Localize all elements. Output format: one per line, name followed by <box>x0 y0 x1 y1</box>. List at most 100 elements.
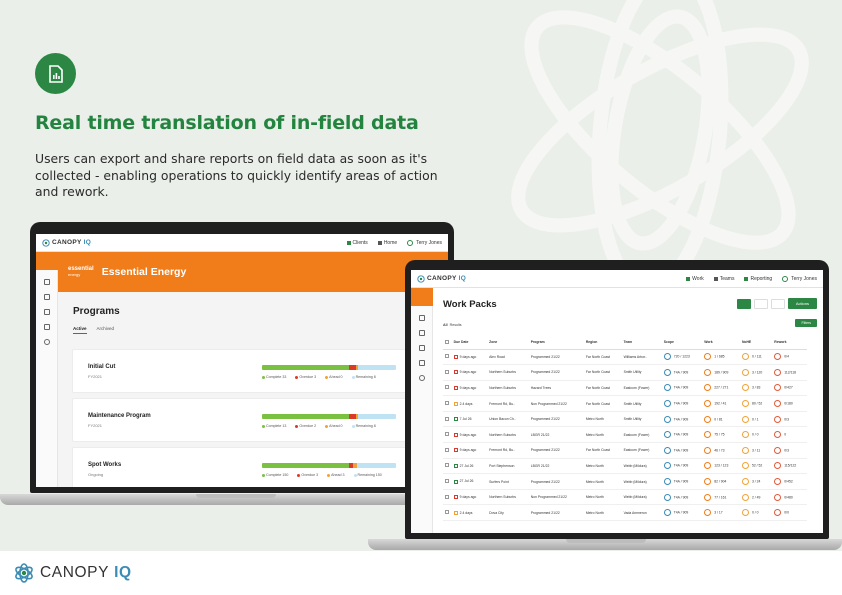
progress-ring-icon <box>741 384 749 392</box>
cell-nohe: 0 / 0 <box>739 426 773 444</box>
cell-program: Programmed 21/22 <box>528 411 584 428</box>
row-checkbox[interactable] <box>443 395 452 412</box>
nav-work[interactable]: Work <box>686 276 704 282</box>
row-checkbox[interactable] <box>443 458 452 475</box>
calendar-icon[interactable] <box>43 324 50 330</box>
row-checkbox[interactable] <box>443 364 452 381</box>
row-checkbox[interactable] <box>443 380 452 397</box>
user-name: Terry Jones <box>416 239 442 246</box>
progress-ring-icon <box>774 431 782 439</box>
location-icon[interactable] <box>418 375 425 381</box>
org-icon[interactable] <box>411 288 433 306</box>
tools-icon[interactable] <box>43 294 50 300</box>
row-checkbox[interactable] <box>443 442 452 459</box>
select-all[interactable] <box>443 336 452 350</box>
footer-brand-suffix: IQ <box>114 564 132 581</box>
table-row[interactable]: 27 Jul 26 Surfers Point Programmed 21/22 Me… <box>443 473 807 490</box>
table-row[interactable]: 2.4 days Dova City Programmed 21/22 Metro N… <box>443 504 807 522</box>
row-checkbox[interactable] <box>443 411 452 428</box>
location-icon[interactable] <box>43 339 50 345</box>
user-menu[interactable]: Terry Jones <box>782 275 817 282</box>
laptop-notch <box>196 494 276 498</box>
table-row[interactable]: 9 days ago Northern Suburbs LBGR 21/22 Metr… <box>443 426 807 444</box>
tab-active[interactable]: Active <box>73 326 87 334</box>
filters-button[interactable]: Filters <box>795 319 817 327</box>
table-row[interactable]: 9 days ago Northern Suburbs Hazard Trees Fa… <box>443 380 807 397</box>
progress-ring-icon <box>741 415 749 423</box>
row-checkbox[interactable] <box>443 504 452 522</box>
table-row[interactable]: 9 days ago Alex Road Programmed 21/22 Far N… <box>443 349 807 366</box>
progress-ring-icon <box>663 415 671 423</box>
nav-clients[interactable]: Clients <box>346 239 368 246</box>
cell-region: Far North Coast <box>583 364 622 381</box>
user-menu[interactable]: Terry Jones <box>407 239 442 246</box>
cell-work: 77 / 161 <box>702 489 740 506</box>
dashboard-icon[interactable] <box>43 279 50 285</box>
cell-team: Eastcom (Fower) <box>621 426 662 444</box>
program-card[interactable]: Initial Cut FY2021 Complete 33 Overdue 3 A… <box>72 349 440 393</box>
table-row[interactable]: 2.4 days Fremont Rd, Bu.. Non Programmed 2… <box>443 395 807 412</box>
map-view-icon[interactable] <box>770 298 785 309</box>
footer-logo: CANOPY IQ <box>13 562 132 584</box>
top-bar: CANOPY IQ Work Teams Reporting Terry Jone… <box>411 270 823 288</box>
table-row[interactable]: 7 Jul 26 Union Bacon Ch.. Programmed 21/22… <box>443 411 807 428</box>
nav-reporting[interactable]: Reporting <box>744 276 772 282</box>
nav-teams[interactable]: Teams <box>713 276 734 282</box>
column-header[interactable]: Due Date <box>451 336 488 350</box>
cell-region: Metro North <box>583 426 622 444</box>
canopy-logo-icon <box>42 238 50 247</box>
column-header[interactable]: Scope <box>661 336 703 350</box>
org-icon[interactable] <box>36 252 58 270</box>
canopyiq-logo[interactable]: CANOPY IQ <box>417 274 466 283</box>
clipboard-icon[interactable] <box>418 345 425 351</box>
column-header[interactable]: Team <box>621 336 662 350</box>
cell-work: 227 / 271 <box>702 380 740 397</box>
cell-nohe: 3 / 24 <box>739 473 773 490</box>
program-card[interactable]: Maintenance Program FY2021 Complete 13 Ov… <box>72 398 440 442</box>
cell-work: 192 / 41 <box>702 395 740 412</box>
cell-scope: T4A / 909 <box>661 411 703 428</box>
table-row[interactable]: 9 days ago Northern Suburbs Non Programmed… <box>443 489 807 506</box>
nav-home[interactable]: Home <box>377 240 397 246</box>
progress-ring-icon <box>774 384 782 392</box>
column-header[interactable]: Rework <box>772 336 807 350</box>
clipboard-icon[interactable] <box>43 309 50 315</box>
row-checkbox[interactable] <box>443 473 452 490</box>
cell-work: 189 / 909 <box>702 364 740 381</box>
brand-name: CANOPY <box>52 239 82 246</box>
column-header[interactable]: Region <box>583 336 622 350</box>
canopyiq-logo[interactable]: CANOPY IQ <box>42 238 91 247</box>
cell-program: Non Programmed 21/22 <box>528 489 584 506</box>
row-checkbox[interactable] <box>443 489 452 506</box>
progress-ring-icon <box>774 400 782 408</box>
tab-archived[interactable]: Archived <box>97 326 115 334</box>
column-header[interactable]: Program <box>528 336 584 350</box>
cell-team: Vada Ammeron <box>621 504 662 522</box>
dashboard-icon[interactable] <box>418 315 425 321</box>
canopy-logo-icon <box>15 563 33 583</box>
column-header[interactable]: NoHE <box>739 336 773 350</box>
cell-scope: 720 / 1223 <box>661 349 703 366</box>
row-checkbox[interactable] <box>443 349 452 366</box>
program-name: Spot Works <box>88 462 122 468</box>
actions-button[interactable]: Actions <box>787 298 817 309</box>
column-header[interactable]: Work <box>702 336 740 350</box>
laptop-notch <box>566 539 646 543</box>
list-view-icon[interactable] <box>736 298 751 309</box>
hero-section: Real time translation of in-field data U… <box>0 0 842 551</box>
tools-icon[interactable] <box>418 330 425 336</box>
progress-ring-icon <box>704 446 712 454</box>
cell-zone: Alex Road <box>487 349 529 366</box>
nav-clients-label: Clients <box>352 239 368 246</box>
workpacks-screen: CANOPY IQ Work Teams Reporting Terry Jone… <box>411 270 823 533</box>
table-row[interactable]: 27 Jul 26 Port Stephenson LBGR 21/22 Metro … <box>443 458 807 475</box>
calendar-icon[interactable] <box>418 360 425 366</box>
progress-ring-icon <box>774 493 782 501</box>
table-row[interactable]: 9 days ago Fremont Rd, Bu.. Programmed 21/… <box>443 442 807 459</box>
table-row[interactable]: 9 days ago Northern Suburbs Programmed 21/… <box>443 364 807 381</box>
calendar-icon <box>453 495 458 500</box>
column-header[interactable]: Zone <box>487 336 529 350</box>
chart-view-icon[interactable] <box>753 298 768 309</box>
program-card[interactable]: Spot Works Ongoing Complete 150 Overdue 3… <box>72 447 440 487</box>
row-checkbox[interactable] <box>443 426 452 444</box>
